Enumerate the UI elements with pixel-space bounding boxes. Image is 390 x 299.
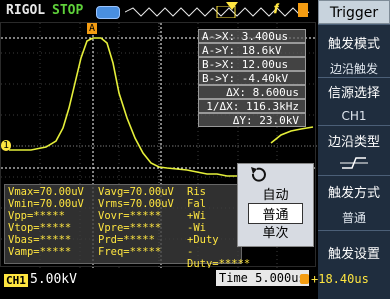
meas-vamp: Vamp=***** xyxy=(8,246,72,258)
memory-depth-icon xyxy=(125,6,310,18)
trigger-offset-icon xyxy=(300,274,309,284)
sweep-mode-popup[interactable]: 自动 普通 单次 xyxy=(237,163,314,247)
popup-item-normal[interactable]: 普通 xyxy=(248,203,303,224)
meas-nduty: -Duty=***** xyxy=(187,246,251,270)
ch1-scale: 5.00kV xyxy=(30,272,77,287)
timebase: Time 5.000us xyxy=(216,270,309,286)
meas-vavg: Vavg=70.00uV xyxy=(98,186,174,198)
menu-source-label: 信源选择 xyxy=(327,86,380,101)
cursor-a-label: A xyxy=(87,23,98,34)
trigger-offset: +18.40us xyxy=(311,272,369,286)
meas-vmax: Vmax=70.00uV xyxy=(8,186,84,198)
ch1-label[interactable]: CH1 xyxy=(4,274,28,287)
cursor-ax: A->X: 3.400us xyxy=(198,29,306,43)
meas-vbas: Vbas=***** xyxy=(8,234,72,246)
edge-trigger-icon: 𝒇 xyxy=(274,2,279,17)
popup-item-auto[interactable]: 自动 xyxy=(238,184,313,203)
trigger-level-icon xyxy=(298,3,308,17)
menu-source-value: CH1 xyxy=(341,109,367,123)
menu-trigger-mode-label: 触发模式 xyxy=(327,37,380,52)
back-arrow-icon[interactable] xyxy=(248,166,266,182)
menu-trigger-mode-value: 边沿触发 xyxy=(329,62,378,76)
popup-item-single[interactable]: 单次 xyxy=(238,222,313,241)
menu-trigger-setup[interactable]: 触发设置 xyxy=(318,230,390,299)
battery-icon xyxy=(96,6,120,19)
menu-edge-type[interactable]: 边沿类型 xyxy=(318,125,390,175)
meas-vovr: Vovr=***** xyxy=(98,210,162,222)
cursor-bx: B->X: 12.00us xyxy=(198,57,306,71)
menu-trigger-mode[interactable]: 触发模式 边沿触发 xyxy=(318,24,390,77)
softkey-menu: Trigger 触发模式 边沿触发 信源选择 CH1 边沿类型 触发方式 普通 … xyxy=(318,0,390,299)
menu-trigger-setup-label: 触发设置 xyxy=(327,247,380,262)
menu-sweep-label: 触发方式 xyxy=(327,186,380,201)
menu-edge-type-label: 边沿类型 xyxy=(327,135,380,150)
status-bar: RIGOL STOP 𝒇 xyxy=(0,0,316,22)
meas-freq: Freq=***** xyxy=(98,246,162,258)
meas-vpp: Vpp=***** xyxy=(8,210,65,222)
meas-vtop: Vtop=***** xyxy=(8,222,72,234)
meas-vpre: Vpre=***** xyxy=(98,222,162,234)
cursor-dy: ΔY: 23.0kV xyxy=(198,113,306,127)
meas-vrms: Vrms=70.00uV xyxy=(98,198,174,210)
cursor-dx: ΔX: 8.600us xyxy=(198,85,306,99)
menu-source[interactable]: 信源选择 CH1 xyxy=(318,77,390,125)
brand-logo: RIGOL xyxy=(6,3,46,18)
run-state[interactable]: STOP xyxy=(52,3,83,18)
cursor-ay: A->Y: 18.6kV xyxy=(198,43,306,57)
ch1-ground-marker[interactable]: 1 xyxy=(1,140,12,151)
measurement-panel: Vmax=70.00uV Vmin=70.00uV Vpp=***** Vtop… xyxy=(4,184,250,270)
trigger-position-icon xyxy=(226,2,238,10)
cursor-inv-dx: 1/ΔX: 116.3kHz xyxy=(198,99,306,113)
menu-title: Trigger xyxy=(318,0,390,24)
menu-sweep-value: 普通 xyxy=(341,211,366,225)
menu-sweep[interactable]: 触发方式 普通 xyxy=(318,175,390,230)
rising-edge-icon xyxy=(340,157,368,169)
meas-vmin: Vmin=70.00uV xyxy=(8,198,84,210)
cursor-by: B->Y: -4.40kV xyxy=(198,71,306,85)
meas-prd: Prd=***** xyxy=(98,234,155,246)
